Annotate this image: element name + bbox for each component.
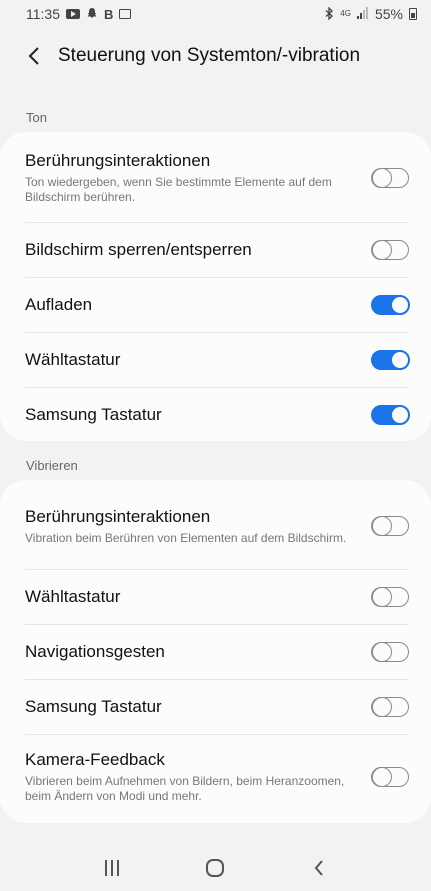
- toggle-knob: [372, 515, 392, 536]
- ton-row-charging[interactable]: Aufladen: [25, 278, 410, 332]
- signal-icon: [356, 7, 369, 21]
- toggle-knob: [372, 696, 392, 717]
- row-title: Navigationsgesten: [25, 642, 165, 661]
- row-text: Bildschirm sperren/entsperren: [25, 240, 252, 260]
- ton-row-screen-lock[interactable]: Bildschirm sperren/entsperren: [25, 223, 409, 277]
- section-label-ton: Ton: [26, 110, 47, 125]
- row-text: Berührungsinteraktionen Ton wiedergeben,…: [25, 151, 355, 205]
- toggle-knob: [389, 349, 410, 370]
- vib-row-navigation-gestures[interactable]: Navigationsgesten: [25, 625, 409, 679]
- row-title: Berührungsinteraktionen: [25, 151, 211, 170]
- status-left: 11:35 B: [26, 6, 132, 22]
- ton-row-touch-interactions[interactable]: Berührungsinteraktionen Ton wiedergeben,…: [25, 144, 409, 212]
- b-notification-icon: B: [104, 6, 114, 22]
- ton-row-samsung-keyboard[interactable]: Samsung Tastatur: [25, 388, 410, 442]
- row-text: Navigationsgesten: [25, 642, 165, 662]
- vib-row-camera-feedback[interactable]: Kamera-Feedback Vibrieren beim Aufnehmen…: [25, 742, 409, 812]
- ton-row-dialpad[interactable]: Wähltastatur: [25, 333, 410, 387]
- row-title: Berührungsinteraktionen: [25, 506, 211, 526]
- row-text: Kamera-Feedback Vibrieren beim Aufnehmen…: [25, 750, 355, 804]
- row-subtitle: Vibration beim Berühren von Elementen au…: [25, 530, 347, 545]
- vib-row-touch-interactions[interactable]: Berührungsinteraktionen Vibration beim B…: [25, 492, 409, 560]
- toggle-switch[interactable]: [371, 641, 409, 662]
- row-title: Wähltastatur: [25, 587, 121, 606]
- recents-icon: [104, 860, 119, 876]
- gallery-notification-icon: [119, 9, 132, 19]
- section-label-vibrieren: Vibrieren: [26, 458, 78, 473]
- toggle-switch[interactable]: [371, 586, 409, 607]
- back-arrow-icon: [28, 47, 39, 65]
- recents-button[interactable]: [92, 848, 132, 888]
- toggle-switch[interactable]: [371, 239, 409, 260]
- navigation-bar: [0, 845, 431, 891]
- toggle-switch[interactable]: [371, 696, 409, 717]
- ton-card: Berührungsinteraktionen Ton wiedergeben,…: [0, 132, 431, 441]
- battery-percent: 55%: [374, 6, 403, 22]
- youtube-notification-icon: [66, 9, 80, 19]
- toggle-switch[interactable]: [371, 349, 410, 370]
- toggle-switch[interactable]: [371, 294, 410, 315]
- row-text: Wähltastatur: [25, 350, 120, 370]
- page-title: Steuerung von Systemton/-vibration: [58, 45, 361, 66]
- divider: [25, 734, 409, 735]
- bluetooth-icon: [325, 5, 334, 22]
- toggle-knob: [372, 766, 392, 787]
- row-subtitle: Ton wiedergeben, wenn Sie bestimmte Elem…: [25, 175, 332, 204]
- vib-row-samsung-keyboard[interactable]: Samsung Tastatur: [25, 680, 409, 734]
- toggle-knob: [372, 586, 392, 607]
- row-text: Samsung Tastatur: [25, 697, 162, 717]
- back-button[interactable]: [14, 36, 54, 76]
- status-bar: 11:35 B 4G 55%: [0, 0, 431, 28]
- row-title: Aufladen: [25, 295, 93, 314]
- row-text: Berührungsinteraktionen Vibration beim B…: [25, 507, 346, 546]
- status-right: 4G 55%: [325, 5, 417, 22]
- row-title: Bildschirm sperren/entsperren: [25, 240, 252, 259]
- row-title: Kamera-Feedback: [25, 750, 165, 769]
- toggle-knob: [372, 641, 392, 662]
- home-icon: [206, 859, 225, 877]
- battery-icon: [409, 8, 417, 20]
- network-type-label: 4G: [340, 9, 351, 18]
- row-text: Samsung Tastatur: [25, 405, 162, 425]
- home-button[interactable]: [195, 848, 235, 888]
- nav-back-button[interactable]: [299, 848, 339, 888]
- toggle-switch[interactable]: [371, 515, 409, 536]
- toggle-knob: [389, 294, 410, 315]
- toggle-switch[interactable]: [371, 167, 409, 188]
- snapchat-notification-icon: [86, 7, 98, 21]
- nav-back-icon: [314, 860, 323, 876]
- row-title: Samsung Tastatur: [25, 697, 162, 716]
- row-title: Samsung Tastatur: [25, 405, 162, 424]
- toggle-switch[interactable]: [371, 404, 410, 425]
- toggle-knob: [389, 404, 410, 425]
- vib-row-dialpad[interactable]: Wähltastatur: [25, 570, 409, 624]
- row-title: Wähltastatur: [25, 350, 121, 369]
- row-text: Aufladen: [25, 295, 92, 315]
- status-time: 11:35: [26, 6, 60, 22]
- toggle-knob: [372, 239, 392, 260]
- header: Steuerung von Systemton/-vibration: [0, 32, 431, 80]
- vibrieren-card: Berührungsinteraktionen Vibration beim B…: [0, 480, 431, 823]
- toggle-knob: [372, 167, 392, 188]
- row-text: Wähltastatur: [25, 587, 120, 607]
- toggle-switch[interactable]: [371, 766, 409, 787]
- row-subtitle: Vibrieren beim Aufnehmen von Bildern, be…: [25, 774, 345, 803]
